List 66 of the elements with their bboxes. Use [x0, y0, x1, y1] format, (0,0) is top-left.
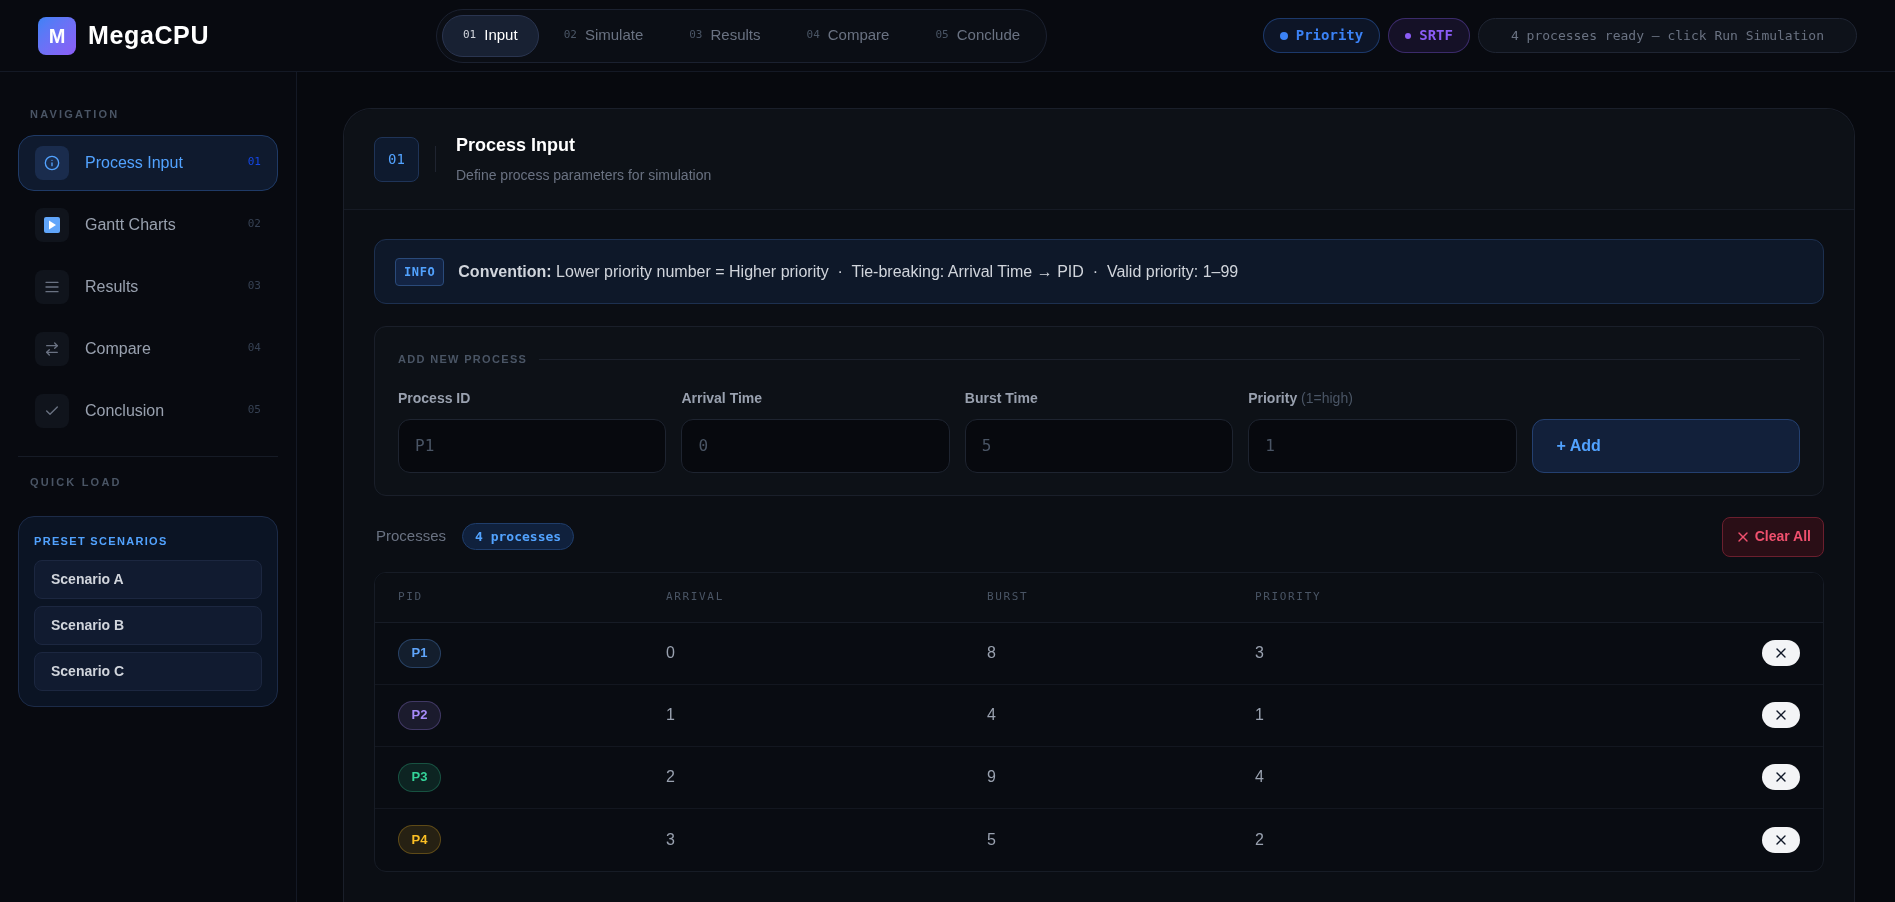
- input-field[interactable]: 1: [1248, 418, 1517, 473]
- step-tab[interactable]: 01 Input: [442, 14, 539, 57]
- nav-item[interactable]: Compare 04: [18, 320, 278, 377]
- nav-item[interactable]: Conclusion 05: [18, 382, 278, 439]
- status-message: 4 processes ready — click Run Simulation: [1477, 18, 1857, 53]
- section-heading: NAVIGATION: [29, 107, 121, 122]
- card-subtitle: Define process parameters for simulation: [456, 166, 712, 185]
- info-text: Convention: Lower priority number = Higher priority · Tie-breaking: Arrival Time → PID · Valid priority: 1–99: [458, 261, 1239, 282]
- processes-label: Processes: [376, 526, 447, 547]
- field-label: Burst Time: [964, 388, 1039, 408]
- table-cell-text: 3: [666, 829, 675, 850]
- column-header: PID: [398, 588, 424, 605]
- column-header: BURST: [987, 588, 1030, 605]
- input-field[interactable]: P1: [398, 418, 667, 473]
- table-cell-text: 3: [1255, 643, 1264, 663]
- preset-button[interactable]: Scenario A: [34, 559, 262, 599]
- swap-icon: [44, 340, 60, 357]
- section-heading: QUICK LOAD: [29, 474, 123, 490]
- play-icon: [44, 216, 60, 233]
- table-cell-text: 9: [987, 767, 996, 787]
- column-header: ARRIVAL: [666, 588, 725, 605]
- count-badge: 4 processes: [462, 522, 575, 551]
- app-name: MegaCPU: [88, 19, 210, 51]
- table-cell-text: 0: [666, 643, 675, 663]
- step-tab[interactable]: 04 Compare: [785, 14, 911, 57]
- table-cell-text: 1: [1255, 705, 1264, 725]
- pid-badge: P3: [398, 762, 441, 792]
- field-label: Process ID: [398, 388, 472, 408]
- step-number: 01: [374, 136, 419, 182]
- step-tab[interactable]: 05 Conclude: [914, 14, 1042, 57]
- table-cell-text: 8: [987, 643, 996, 663]
- pid-badge: P2: [398, 700, 441, 730]
- algorithm-badge: Priority: [1262, 18, 1381, 53]
- remove-button[interactable]: [1762, 702, 1800, 728]
- card-title: Process Input: [456, 134, 577, 157]
- nav-item[interactable]: Process Input 01: [18, 134, 278, 191]
- table-cell-text: 1: [666, 705, 675, 725]
- algorithm-badge: SRTF: [1388, 18, 1470, 53]
- remove-button[interactable]: [1762, 764, 1800, 790]
- field-label: Arrival Time: [681, 388, 764, 408]
- nav-item[interactable]: Results 03: [18, 258, 278, 315]
- pid-badge: P1: [398, 638, 441, 668]
- table-cell-text: 2: [1255, 829, 1264, 850]
- preset-button[interactable]: Scenario B: [34, 605, 262, 645]
- table-cell-text: 4: [987, 705, 996, 725]
- info-icon: [44, 154, 60, 171]
- panel-title: PRESET SCENARIOS: [34, 534, 169, 549]
- remove-button[interactable]: [1762, 640, 1800, 666]
- field-label: Priority (1=high): [1248, 388, 1354, 408]
- column-header: PRIORITY: [1255, 588, 1323, 605]
- input-field[interactable]: 0: [681, 418, 950, 473]
- logo-icon: M: [38, 16, 76, 55]
- step-tab[interactable]: 02 Simulate: [542, 14, 665, 57]
- panel-title: ADD NEW PROCESS: [398, 352, 528, 367]
- nav-item[interactable]: Gantt Charts 02: [18, 196, 278, 253]
- remove-button[interactable]: [1762, 826, 1800, 853]
- input-field[interactable]: 5: [964, 418, 1234, 473]
- table-cell-text: 4: [1255, 767, 1264, 787]
- add-button[interactable]: + Add: [1531, 418, 1800, 473]
- preset-button[interactable]: Scenario C: [34, 651, 262, 691]
- table-cell-text: 5: [987, 829, 996, 850]
- info-tag: INFO: [395, 257, 445, 286]
- step-tab[interactable]: 03 Results: [668, 14, 782, 57]
- clear-all-button[interactable]: Clear All: [1721, 516, 1824, 557]
- table-cell-text: 2: [666, 767, 675, 787]
- pid-badge: P4: [398, 825, 441, 854]
